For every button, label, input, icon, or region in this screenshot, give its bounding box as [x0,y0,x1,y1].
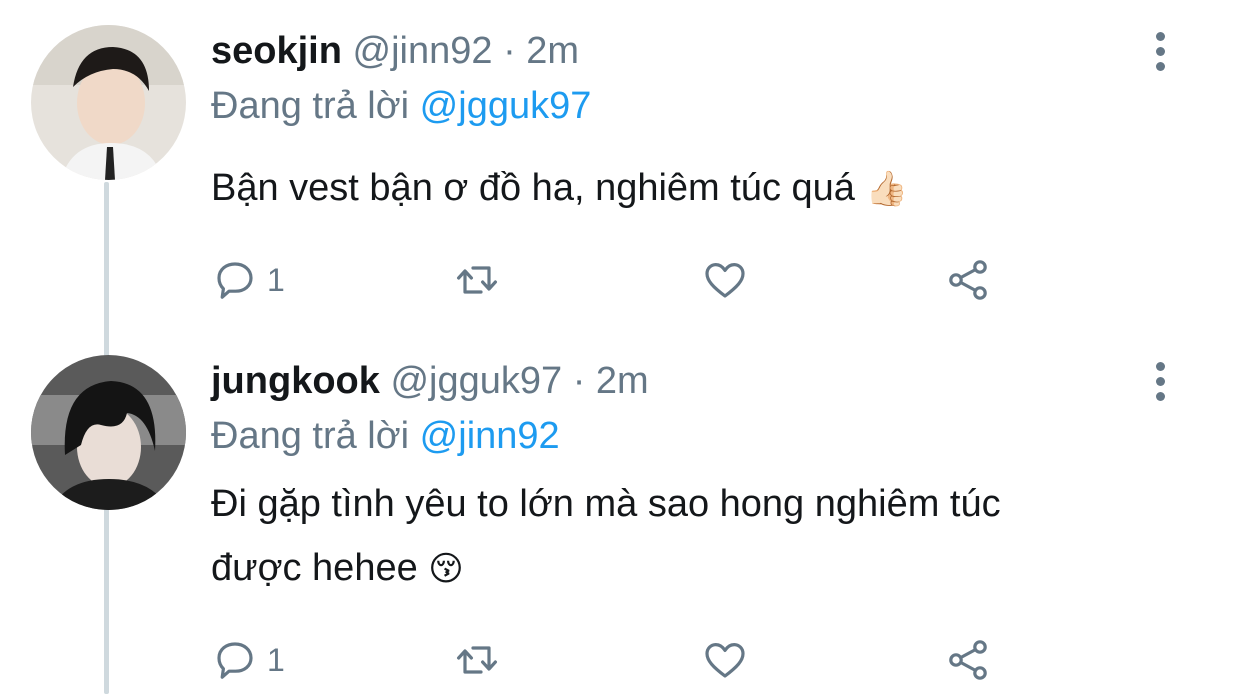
speech-bubble-icon [217,262,253,299]
reply-count: 1 [267,261,285,298]
separator-dot: · [503,30,516,72]
more-options-button[interactable] [1148,362,1174,402]
share-button[interactable] [944,255,992,305]
tweet-text: Bận vest bận ơ đồ ha, nghiêm túc quá 👍🏻 [211,156,1171,221]
display-name[interactable]: jungkook [211,360,380,402]
avatar[interactable] [31,25,186,180]
avatar[interactable] [31,355,186,510]
like-button[interactable] [701,635,749,685]
kissing-face-emoji: 😚 [428,549,464,589]
tweet-text-line: Đi gặp tình yêu to lớn mà sao hong nghiê… [211,483,1001,525]
replying-to-handle[interactable]: @jgguk97 [420,85,592,127]
avatar-photo [31,355,186,510]
replying-to-handle[interactable]: @jinn92 [420,415,560,457]
user-handle[interactable]: @jinn92 [353,30,493,72]
reply-button[interactable]: 1 [211,255,285,305]
reply-count: 1 [267,641,285,678]
tweet[interactable]: seokjin @jinn92 · 2m Đang trả lời @jgguk… [0,0,1242,340]
avatar-photo [31,25,186,180]
speech-bubble-icon [217,642,253,679]
more-options-button[interactable] [1148,32,1174,72]
heart-outline-icon [705,643,745,678]
replying-to: Đang trả lời @jgguk97 [211,82,591,130]
tweet-text: Đi gặp tình yêu to lớn mà sao hong nghiê… [211,472,1171,601]
tweet-actions: 1 [211,255,1011,305]
share-nodes-icon [949,260,987,300]
timestamp[interactable]: 2m [526,30,579,72]
heart-outline-icon [705,263,745,298]
tweet-text-line: Bận vest bận ơ đồ ha, nghiêm túc quá [211,167,855,209]
tweet-text-line-2: được hehee [211,547,418,589]
thumbs-up-emoji: 👍🏻 [865,169,908,209]
reply-button[interactable]: 1 [211,635,285,685]
retweet-arrows-icon [457,646,497,674]
timestamp[interactable]: 2m [596,360,649,402]
like-button[interactable] [701,255,749,305]
replying-to-label: Đang trả lời [211,415,410,457]
retweet-arrows-icon [457,266,497,294]
retweet-button[interactable] [453,255,501,305]
separator-dot: · [572,360,586,402]
tweet-actions: 1 [211,635,1011,685]
user-handle[interactable]: @jgguk97 [390,360,562,402]
replying-to: Đang trả lời @jinn92 [211,412,560,460]
tweet-header: seokjin @jinn92 · 2m [211,27,579,75]
retweet-button[interactable] [453,635,501,685]
share-nodes-icon [949,640,987,680]
replying-to-label: Đang trả lời [211,85,410,127]
share-button[interactable] [944,635,992,685]
tweet[interactable]: jungkook @jgguk97 · 2m Đang trả lời @jin… [0,340,1242,694]
display-name[interactable]: seokjin [211,30,342,72]
tweet-header: jungkook @jgguk97 · 2m [211,357,649,405]
tweet-text-line: được hehee 😚 [211,536,1171,601]
